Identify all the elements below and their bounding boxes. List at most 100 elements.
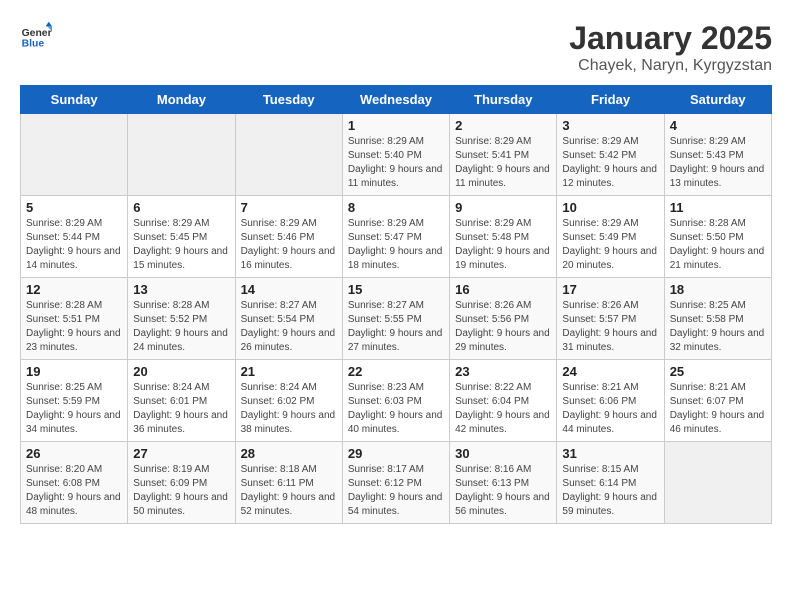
calendar-day-26: 26 Sunrise: 8:20 AMSunset: 6:08 PMDayligh…	[21, 442, 128, 524]
day-info: Sunrise: 8:24 AMSunset: 6:01 PMDaylight:…	[133, 381, 229, 437]
day-number: 8	[348, 200, 444, 215]
calendar-day-30: 30 Sunrise: 8:16 AMSunset: 6:13 PMDayligh…	[450, 442, 557, 524]
calendar-day-7: 7 Sunrise: 8:29 AMSunset: 5:46 PMDaylight…	[235, 196, 342, 278]
empty-cell	[235, 114, 342, 196]
day-number: 23	[455, 364, 551, 379]
day-info: Sunrise: 8:29 AMSunset: 5:47 PMDaylight:…	[348, 217, 444, 273]
day-number: 25	[670, 364, 766, 379]
logo-icon: General Blue	[20, 20, 52, 52]
calendar-week-1: 1 Sunrise: 8:29 AMSunset: 5:40 PMDaylight…	[21, 114, 772, 196]
page-header: General Blue January 2025 Chayek, Naryn,…	[20, 20, 772, 75]
calendar-week-2: 5Sunrise: 8:29 AMSunset: 5:44 PMDaylight…	[21, 196, 772, 278]
day-number: 11	[670, 200, 766, 215]
day-info: Sunrise: 8:29 AMSunset: 5:43 PMDaylight:…	[670, 135, 766, 191]
day-number: 6	[133, 200, 229, 215]
calendar-day-28: 28 Sunrise: 8:18 AMSunset: 6:11 PMDayligh…	[235, 442, 342, 524]
calendar-day-27: 27 Sunrise: 8:19 AMSunset: 6:09 PMDayligh…	[128, 442, 235, 524]
calendar-day-12: 12 Sunrise: 8:28 AMSunset: 5:51 PMDayligh…	[21, 278, 128, 360]
calendar-title: January 2025	[569, 20, 772, 57]
day-number: 24	[562, 364, 658, 379]
calendar-day-3: 3 Sunrise: 8:29 AMSunset: 5:42 PMDaylight…	[557, 114, 664, 196]
day-number: 15	[348, 282, 444, 297]
calendar-day-1: 1 Sunrise: 8:29 AMSunset: 5:40 PMDaylight…	[342, 114, 449, 196]
calendar-day-14: 14Sunrise: 8:27 AMSunset: 5:54 PMDayligh…	[235, 278, 342, 360]
day-info: Sunrise: 8:27 AMSunset: 5:55 PMDaylight:…	[348, 299, 444, 355]
day-info: Sunrise: 8:15 AMSunset: 6:14 PMDaylight:…	[562, 463, 658, 519]
day-info: Sunrise: 8:29 AMSunset: 5:46 PMDaylight:…	[241, 217, 337, 273]
day-info: Sunrise: 8:29 AMSunset: 5:45 PMDaylight:…	[133, 217, 229, 273]
day-info: Sunrise: 8:28 AMSunset: 5:50 PMDaylight:…	[670, 217, 766, 273]
weekday-header-saturday: Saturday	[664, 86, 771, 114]
calendar-day-22: 22Sunrise: 8:23 AMSunset: 6:03 PMDayligh…	[342, 360, 449, 442]
day-number: 17	[562, 282, 658, 297]
day-info: Sunrise: 8:29 AMSunset: 5:48 PMDaylight:…	[455, 217, 551, 273]
day-info: Sunrise: 8:29 AMSunset: 5:40 PMDaylight:…	[348, 135, 444, 191]
weekday-header-thursday: Thursday	[450, 86, 557, 114]
day-number: 1	[348, 118, 444, 133]
calendar-day-31: 31 Sunrise: 8:15 AMSunset: 6:14 PMDayligh…	[557, 442, 664, 524]
calendar-day-19: 19Sunrise: 8:25 AMSunset: 5:59 PMDayligh…	[21, 360, 128, 442]
empty-cell	[664, 442, 771, 524]
calendar-day-16: 16Sunrise: 8:26 AMSunset: 5:56 PMDayligh…	[450, 278, 557, 360]
day-info: Sunrise: 8:29 AMSunset: 5:49 PMDaylight:…	[562, 217, 658, 273]
calendar-day-11: 11 Sunrise: 8:28 AMSunset: 5:50 PMDayligh…	[664, 196, 771, 278]
weekday-header-monday: Monday	[128, 86, 235, 114]
day-number: 28	[241, 446, 337, 461]
day-number: 7	[241, 200, 337, 215]
weekday-header-sunday: Sunday	[21, 86, 128, 114]
day-info: Sunrise: 8:28 AMSunset: 5:52 PMDaylight:…	[133, 299, 229, 355]
day-info: Sunrise: 8:16 AMSunset: 6:13 PMDaylight:…	[455, 463, 551, 519]
calendar-day-4: 4 Sunrise: 8:29 AMSunset: 5:43 PMDaylight…	[664, 114, 771, 196]
calendar-day-2: 2 Sunrise: 8:29 AMSunset: 5:41 PMDaylight…	[450, 114, 557, 196]
day-number: 20	[133, 364, 229, 379]
calendar-day-20: 20 Sunrise: 8:24 AMSunset: 6:01 PMDayligh…	[128, 360, 235, 442]
day-number: 16	[455, 282, 551, 297]
day-info: Sunrise: 8:29 AMSunset: 5:42 PMDaylight:…	[562, 135, 658, 191]
calendar-week-4: 19Sunrise: 8:25 AMSunset: 5:59 PMDayligh…	[21, 360, 772, 442]
day-info: Sunrise: 8:19 AMSunset: 6:09 PMDaylight:…	[133, 463, 229, 519]
svg-text:Blue: Blue	[22, 38, 45, 49]
calendar-day-5: 5Sunrise: 8:29 AMSunset: 5:44 PMDaylight…	[21, 196, 128, 278]
calendar-day-23: 23Sunrise: 8:22 AMSunset: 6:04 PMDayligh…	[450, 360, 557, 442]
day-number: 13	[133, 282, 229, 297]
weekday-header-friday: Friday	[557, 86, 664, 114]
day-info: Sunrise: 8:29 AMSunset: 5:41 PMDaylight:…	[455, 135, 551, 191]
weekday-header-row: SundayMondayTuesdayWednesdayThursdayFrid…	[21, 86, 772, 114]
calendar-day-9: 9 Sunrise: 8:29 AMSunset: 5:48 PMDaylight…	[450, 196, 557, 278]
weekday-header-tuesday: Tuesday	[235, 86, 342, 114]
calendar-day-13: 13 Sunrise: 8:28 AMSunset: 5:52 PMDayligh…	[128, 278, 235, 360]
day-number: 26	[26, 446, 122, 461]
day-number: 9	[455, 200, 551, 215]
day-number: 18	[670, 282, 766, 297]
day-number: 19	[26, 364, 122, 379]
day-info: Sunrise: 8:20 AMSunset: 6:08 PMDaylight:…	[26, 463, 122, 519]
day-info: Sunrise: 8:29 AMSunset: 5:44 PMDaylight:…	[26, 217, 122, 273]
day-info: Sunrise: 8:17 AMSunset: 6:12 PMDaylight:…	[348, 463, 444, 519]
day-info: Sunrise: 8:27 AMSunset: 5:54 PMDaylight:…	[241, 299, 337, 355]
calendar-subtitle: Chayek, Naryn, Kyrgyzstan	[569, 57, 772, 75]
calendar-day-18: 18 Sunrise: 8:25 AMSunset: 5:58 PMDayligh…	[664, 278, 771, 360]
calendar-day-6: 6 Sunrise: 8:29 AMSunset: 5:45 PMDaylight…	[128, 196, 235, 278]
day-number: 12	[26, 282, 122, 297]
day-info: Sunrise: 8:23 AMSunset: 6:03 PMDaylight:…	[348, 381, 444, 437]
logo: General Blue	[20, 20, 52, 52]
day-number: 2	[455, 118, 551, 133]
day-number: 27	[133, 446, 229, 461]
calendar-day-21: 21 Sunrise: 8:24 AMSunset: 6:02 PMDayligh…	[235, 360, 342, 442]
weekday-header-wednesday: Wednesday	[342, 86, 449, 114]
day-info: Sunrise: 8:24 AMSunset: 6:02 PMDaylight:…	[241, 381, 337, 437]
calendar-day-8: 8 Sunrise: 8:29 AMSunset: 5:47 PMDaylight…	[342, 196, 449, 278]
day-number: 30	[455, 446, 551, 461]
day-number: 21	[241, 364, 337, 379]
day-number: 10	[562, 200, 658, 215]
day-info: Sunrise: 8:21 AMSunset: 6:06 PMDaylight:…	[562, 381, 658, 437]
day-info: Sunrise: 8:18 AMSunset: 6:11 PMDaylight:…	[241, 463, 337, 519]
day-info: Sunrise: 8:25 AMSunset: 5:58 PMDaylight:…	[670, 299, 766, 355]
day-number: 31	[562, 446, 658, 461]
day-number: 4	[670, 118, 766, 133]
calendar-day-15: 15 Sunrise: 8:27 AMSunset: 5:55 PMDayligh…	[342, 278, 449, 360]
calendar-day-17: 17 Sunrise: 8:26 AMSunset: 5:57 PMDayligh…	[557, 278, 664, 360]
day-number: 3	[562, 118, 658, 133]
day-info: Sunrise: 8:28 AMSunset: 5:51 PMDaylight:…	[26, 299, 122, 355]
day-info: Sunrise: 8:26 AMSunset: 5:57 PMDaylight:…	[562, 299, 658, 355]
